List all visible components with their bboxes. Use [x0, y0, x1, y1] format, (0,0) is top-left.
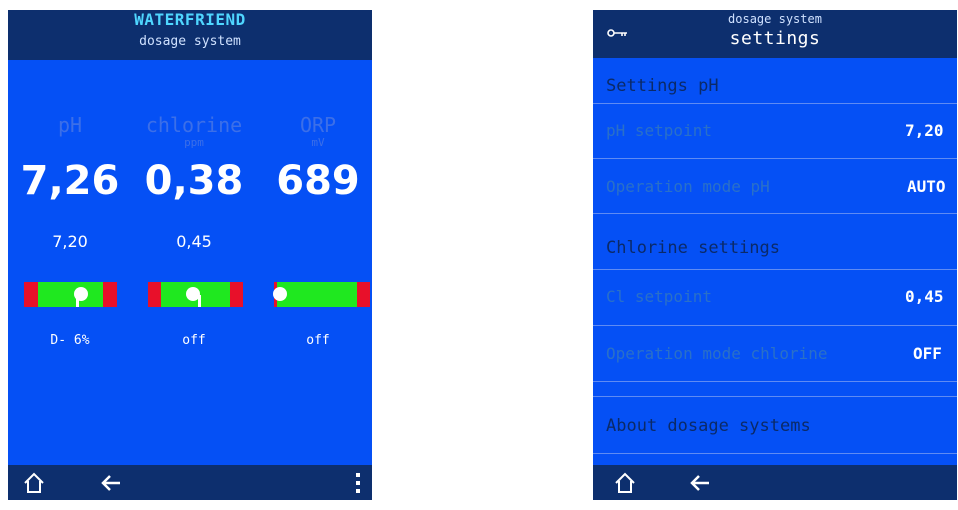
section-chlorine-settings: Chlorine settings — [593, 214, 957, 270]
ph-marker — [74, 287, 88, 301]
back-arrow-icon[interactable] — [689, 473, 711, 493]
orp-ok-zone — [277, 282, 357, 307]
chlorine-value: 0,38 — [144, 158, 244, 204]
row-about-dosage-systems[interactable]: About dosage systems — [593, 397, 957, 454]
orp-value-column: 689 — [258, 158, 372, 204]
chlorine-value-column: 0,38 — [134, 158, 254, 204]
section-label: Chlorine settings — [606, 238, 780, 258]
chlorine-range-bar — [148, 282, 243, 307]
orp-label: ORP — [299, 113, 337, 137]
ph-label: pH — [57, 113, 83, 137]
chlorine-low-zone — [148, 282, 161, 307]
chlorine-unit: ppm — [184, 136, 204, 149]
row-label: pH setpoint — [606, 121, 712, 140]
header-bar: WATERFRIEND dosage system — [8, 10, 372, 60]
app-title: WATERFRIEND — [134, 10, 246, 29]
settings-screen: dosage system settings Settings pH pH se… — [593, 10, 957, 500]
dosage-overview-screen: WATERFRIEND dosage system pH 7,26 7,20 D… — [8, 10, 372, 500]
home-icon[interactable] — [22, 471, 46, 495]
ph-ok-zone — [38, 282, 103, 307]
more-vertical-icon[interactable] — [355, 472, 361, 494]
settings-subtitle: dosage system — [728, 12, 822, 26]
header-bar: dosage system settings — [593, 10, 957, 58]
ph-dosage-status: D- 6% — [50, 333, 90, 348]
row-value: OFF — [913, 344, 942, 363]
row-value: 7,20 — [905, 121, 944, 140]
row-label: Cl setpoint — [606, 287, 712, 306]
orp-marker — [273, 287, 287, 301]
row-operation-mode-chlorine[interactable]: Operation mode chlorine OFF — [593, 326, 957, 382]
ph-column[interactable]: pH — [10, 113, 130, 137]
bottom-nav — [593, 465, 957, 500]
chlorine-status-column: off — [134, 333, 254, 348]
bottom-nav — [8, 465, 372, 500]
row-label: About dosage systems — [606, 416, 811, 436]
ph-value: 7,26 — [20, 158, 120, 204]
ph-range-bar — [24, 282, 117, 307]
orp-dosage-status: off — [306, 333, 330, 348]
orp-value: 689 — [276, 158, 360, 204]
row-value: AUTO — [907, 177, 946, 196]
orp-column[interactable]: ORP mV — [258, 113, 372, 148]
ph-setpoint: 7,20 — [52, 232, 88, 251]
chlorine-high-zone — [230, 282, 243, 307]
chlorine-dosage-status: off — [182, 333, 206, 348]
ph-status-column: D- 6% — [10, 333, 130, 348]
app-subtitle: dosage system — [139, 34, 241, 49]
home-icon[interactable] — [613, 471, 637, 495]
orp-high-zone — [357, 282, 370, 307]
chlorine-marker — [186, 287, 200, 301]
section-settings-ph: Settings pH — [593, 66, 957, 104]
back-arrow-icon[interactable] — [100, 473, 122, 493]
row-operation-mode-ph[interactable]: Operation mode pH AUTO — [593, 159, 957, 214]
orp-unit: mV — [311, 136, 325, 149]
chlorine-label: chlorine — [145, 113, 243, 137]
chlorine-column[interactable]: chlorine ppm — [134, 113, 254, 148]
ph-high-zone — [103, 282, 117, 307]
ph-value-column: 7,26 — [10, 158, 130, 204]
row-label: Operation mode chlorine — [606, 344, 828, 363]
settings-title: settings — [729, 28, 821, 49]
ph-low-zone — [24, 282, 38, 307]
chlorine-setpoint-column: 0,45 — [134, 232, 254, 251]
divider — [593, 382, 957, 397]
ph-setpoint-column: 7,20 — [10, 232, 130, 251]
row-value: 0,45 — [905, 287, 944, 306]
row-label: Operation mode pH — [606, 177, 770, 196]
orp-status-column: off — [258, 333, 372, 348]
chlorine-setpoint: 0,45 — [176, 232, 212, 251]
row-cl-setpoint[interactable]: Cl setpoint 0,45 — [593, 270, 957, 326]
section-label: Settings pH — [606, 76, 719, 96]
orp-range-bar — [273, 282, 370, 307]
row-ph-setpoint[interactable]: pH setpoint 7,20 — [593, 104, 957, 159]
